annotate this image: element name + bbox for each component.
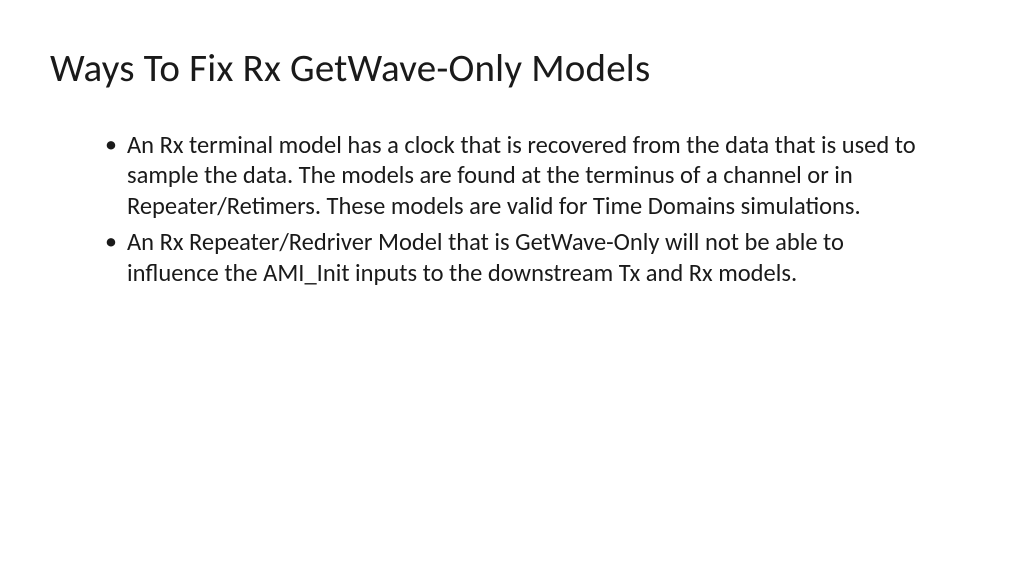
slide-content: An Rx terminal model has a clock that is… (50, 130, 974, 288)
slide-container: Ways To Fix Rx GetWave-Only Models An Rx… (0, 0, 1024, 576)
bullet-list: An Rx terminal model has a clock that is… (105, 130, 929, 288)
slide-title: Ways To Fix Rx GetWave-Only Models (50, 45, 974, 92)
bullet-item: An Rx Repeater/Redriver Model that is Ge… (105, 227, 929, 288)
bullet-item: An Rx terminal model has a clock that is… (105, 130, 929, 221)
